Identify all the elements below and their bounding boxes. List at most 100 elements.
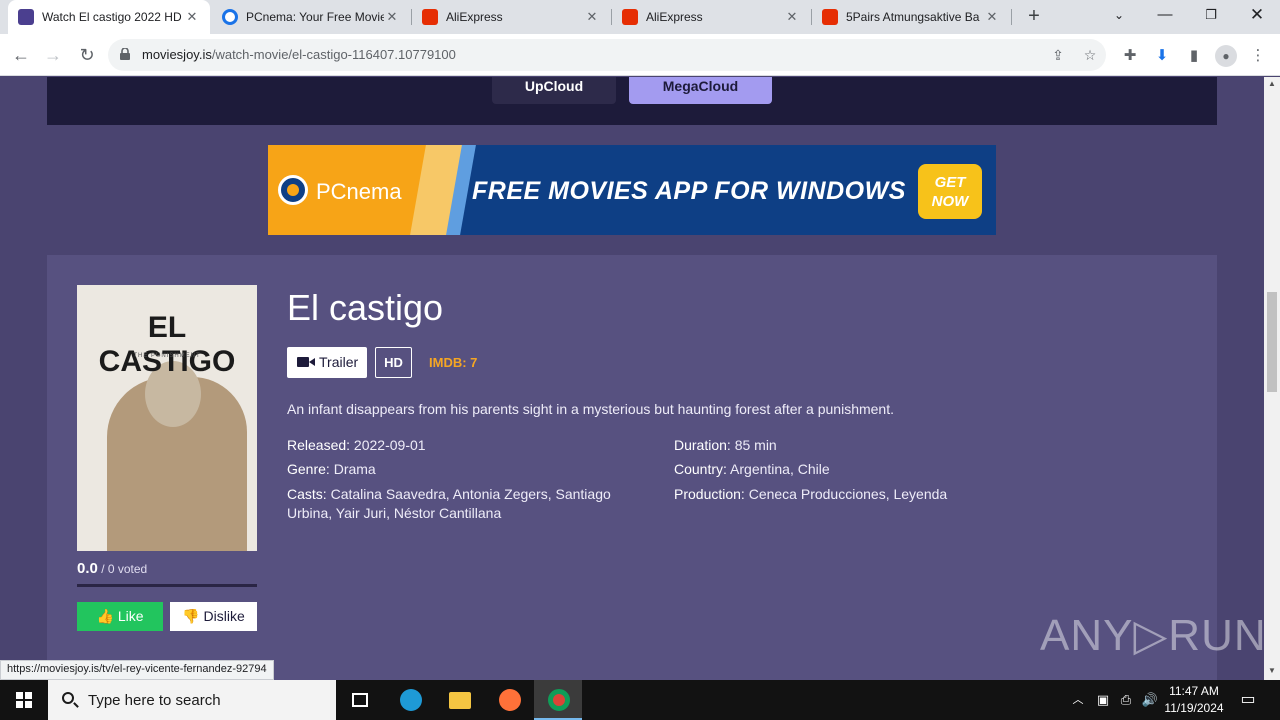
notifications-icon[interactable]: ▭ xyxy=(1232,680,1264,720)
tab-title: 5Pairs Atmungsaktive Ba xyxy=(846,10,980,24)
reload-icon[interactable]: ↻ xyxy=(74,42,100,68)
side-panel-icon[interactable]: ▮ xyxy=(1183,45,1205,67)
server-megacloud-button[interactable]: MegaCloud xyxy=(629,77,772,104)
rating-bar xyxy=(77,584,257,587)
system-clock[interactable]: 11:47 AM 11/19/2024 xyxy=(1160,683,1228,717)
forward-arrow-icon[interactable]: → xyxy=(40,42,66,68)
scroll-thumb[interactable] xyxy=(1267,292,1277,392)
movie-poster[interactable]: EL CASTIGO THE PUNISHMENT xyxy=(77,285,257,551)
tab-title: AliExpress xyxy=(446,10,503,24)
trailer-button[interactable]: Trailer xyxy=(287,347,367,378)
banner-get-now-button[interactable]: GET NOW xyxy=(918,164,982,219)
url-text: moviesjoy.is/watch-movie/el-castigo-1164… xyxy=(142,47,456,62)
file-explorer-taskbar-button[interactable] xyxy=(435,680,483,720)
status-bar-url: https://moviesjoy.is/tv/el-rey-vicente-f… xyxy=(0,660,274,680)
close-icon[interactable]: ✕ xyxy=(984,9,1000,25)
extensions-puzzle-icon[interactable]: ✚ xyxy=(1119,45,1141,67)
edge-taskbar-button[interactable] xyxy=(386,680,434,720)
released-label: Released: xyxy=(287,437,351,453)
banner-brand: PCnema xyxy=(316,179,402,204)
back-arrow-icon[interactable]: ← xyxy=(8,42,34,68)
taskbar-search-box[interactable]: Type here to search xyxy=(48,680,336,720)
quality-badge: HD xyxy=(375,347,412,378)
duration-label: Duration: xyxy=(674,437,731,453)
windows-logo-icon xyxy=(16,692,32,708)
new-tab-plus-icon[interactable]: + xyxy=(1022,5,1046,29)
tab-aliexpress-3[interactable]: 5Pairs Atmungsaktive Ba ✕ xyxy=(812,0,1010,34)
task-view-button[interactable] xyxy=(336,680,384,720)
page-content: UpCloud MegaCloud PCnema FREE MOVIES APP… xyxy=(0,77,1264,680)
close-icon[interactable]: ✕ xyxy=(584,9,600,25)
pcnema-favicon-icon xyxy=(222,9,238,25)
bookmark-star-icon[interactable]: ☆ xyxy=(1080,45,1100,65)
chrome-taskbar-button[interactable] xyxy=(534,680,582,720)
firefox-icon xyxy=(499,689,521,711)
production-value[interactable]: Ceneca Producciones, Leyenda xyxy=(745,486,947,502)
scroll-up-icon[interactable]: ▲ xyxy=(1264,77,1280,91)
minimize-icon[interactable]: — xyxy=(1142,0,1188,34)
duration-row: Duration: 85 min xyxy=(674,436,1094,455)
anyrun-watermark: ANY▷RUN xyxy=(1040,611,1267,660)
movie-title: El castigo xyxy=(287,287,444,328)
url-domain: moviesjoy.is xyxy=(142,47,212,62)
browser-toolbar: ← → ↻ moviesjoy.is/watch-movie/el-castig… xyxy=(0,34,1280,76)
firefox-taskbar-button[interactable] xyxy=(485,680,533,720)
genre-row: Genre: Drama xyxy=(287,460,647,479)
genre-value[interactable]: Drama xyxy=(330,461,376,477)
close-icon[interactable]: ✕ xyxy=(784,9,800,25)
server-bar: UpCloud MegaCloud xyxy=(47,77,1217,125)
aliexpress-favicon-icon xyxy=(822,9,838,25)
server-upcloud-button[interactable]: UpCloud xyxy=(492,77,616,104)
released-row: Released: 2022-09-01 xyxy=(287,436,647,455)
movie-description: An infant disappears from his parents si… xyxy=(287,401,894,417)
country-label: Country: xyxy=(674,461,727,477)
network-icon[interactable]: ⎙ xyxy=(1116,680,1136,720)
windows-taskbar: Type here to search ︿ ▣ ⎙ 🔊 11:47 AM 11/… xyxy=(0,680,1280,720)
download-icon[interactable]: ⬇ xyxy=(1151,45,1173,67)
like-button[interactable]: 👍 Like xyxy=(77,602,163,631)
rating-votes: / 0 voted xyxy=(97,562,148,576)
tab-aliexpress-1[interactable]: AliExpress ✕ xyxy=(412,0,610,34)
genre-label: Genre: xyxy=(287,461,330,477)
search-icon xyxy=(62,692,74,704)
address-bar[interactable]: moviesjoy.is/watch-movie/el-castigo-1164… xyxy=(108,39,1106,71)
volume-icon[interactable]: 🔊 xyxy=(1140,680,1160,720)
moviesjoy-favicon-icon xyxy=(18,9,34,25)
tab-moviesjoy[interactable]: Watch El castigo 2022 HD ✕ xyxy=(8,0,210,34)
pcnema-logo-dot xyxy=(287,184,299,196)
clock-date: 11/19/2024 xyxy=(1164,701,1224,715)
banner-headline: FREE MOVIES APP FOR WINDOWS xyxy=(472,177,906,205)
close-icon[interactable]: ✕ xyxy=(384,9,400,25)
share-icon[interactable]: ⇪ xyxy=(1048,45,1068,65)
rating-score: 0.0 xyxy=(77,560,98,577)
scroll-down-icon[interactable]: ▼ xyxy=(1264,664,1280,678)
production-label: Production: xyxy=(674,486,745,502)
country-value[interactable]: Argentina, Chile xyxy=(727,461,830,477)
rating-summary: 0.0 / 0 voted xyxy=(77,560,147,577)
tab-aliexpress-2[interactable]: AliExpress ✕ xyxy=(612,0,810,34)
close-icon[interactable]: ✕ xyxy=(184,9,200,25)
dislike-button[interactable]: 👎 Dislike xyxy=(170,602,257,631)
edge-icon xyxy=(400,689,422,711)
production-row: Production: Ceneca Producciones, Leyenda xyxy=(674,485,1094,504)
like-label: Like xyxy=(117,608,144,624)
start-button[interactable] xyxy=(0,680,48,720)
close-window-icon[interactable]: ✕ xyxy=(1234,0,1280,34)
imdb-rating: IMDB: 7 xyxy=(429,355,478,370)
profile-avatar-icon[interactable]: ● xyxy=(1215,45,1237,67)
menu-dots-icon[interactable]: ⋮ xyxy=(1247,45,1269,67)
casts-value[interactable]: Catalina Saavedra, Antonia Zegers, Santi… xyxy=(287,486,611,521)
task-view-icon xyxy=(352,693,368,707)
clock-time: 11:47 AM xyxy=(1169,684,1219,698)
pcnema-ad-banner[interactable]: PCnema FREE MOVIES APP FOR WINDOWS GET N… xyxy=(268,145,996,235)
page-scrollbar[interactable]: ▲ ▼ xyxy=(1264,77,1280,680)
tab-search-chevron-icon[interactable]: ⌄ xyxy=(1096,0,1142,34)
poster-subtitle: THE PUNISHMENT xyxy=(133,353,201,359)
tray-chevron-icon[interactable]: ︿ xyxy=(1068,680,1088,720)
thumbs-up-icon: 👍 xyxy=(96,608,114,624)
tab-pcnema[interactable]: PCnema: Your Free Movie ✕ xyxy=(212,0,410,34)
country-row: Country: Argentina, Chile xyxy=(674,460,1094,479)
restore-icon[interactable]: ❐ xyxy=(1188,0,1234,34)
tab-strip: Watch El castigo 2022 HD ✕ PCnema: Your … xyxy=(0,0,1280,34)
network-drive-icon[interactable]: ▣ xyxy=(1094,680,1112,720)
